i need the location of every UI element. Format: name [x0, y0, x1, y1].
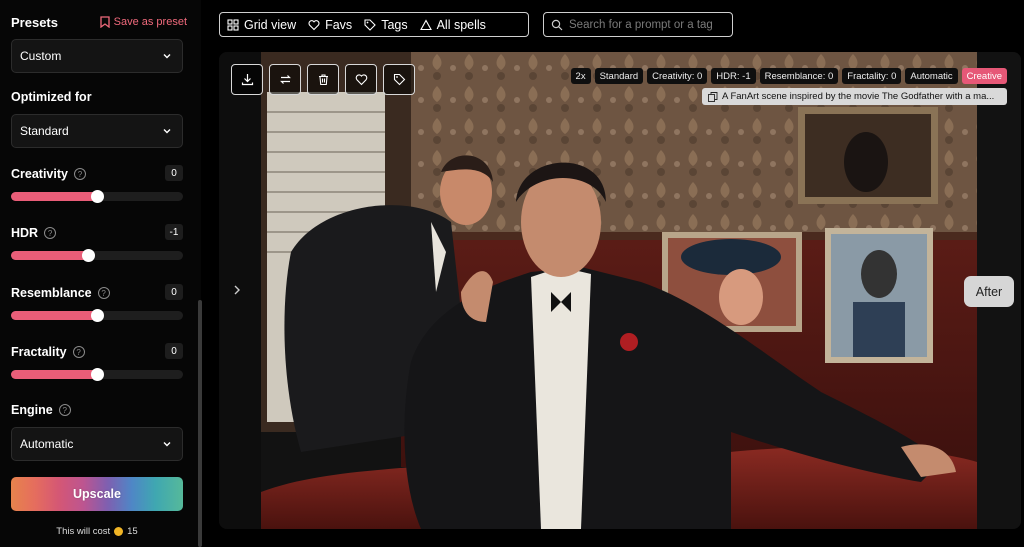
- save-as-preset-button[interactable]: Save as preset: [99, 16, 187, 28]
- creativity-slider: Creativity? 0: [11, 165, 183, 209]
- creative-tag: Creative: [961, 68, 1007, 84]
- fractality-fill: [11, 370, 97, 379]
- chevron-down-icon: [163, 442, 171, 447]
- engine-title: Engine: [11, 403, 53, 417]
- download-icon: [241, 74, 253, 86]
- prompt-tag[interactable]: A FanArt scene inspired by the movie The…: [702, 88, 1007, 105]
- optimized-for-title: Optimized for: [11, 90, 92, 104]
- engine-header: Engine ?: [11, 403, 71, 417]
- resemblance-thumb[interactable]: [91, 309, 104, 322]
- heart-icon: [355, 74, 367, 86]
- trash-icon: [318, 74, 328, 86]
- resemblance-value: 0: [165, 284, 183, 300]
- image-viewer: 2x Standard Creativity: 0 HDR: -1 Resemb…: [219, 52, 1021, 529]
- search-input[interactable]: [569, 18, 719, 31]
- grid-view-button[interactable]: Grid view: [227, 18, 296, 32]
- engine-tag: Automatic: [905, 68, 958, 84]
- swap-button[interactable]: [269, 64, 301, 95]
- favs-button[interactable]: Favs: [308, 18, 352, 32]
- hdr-value: -1: [165, 224, 183, 240]
- tag-button[interactable]: [383, 64, 415, 95]
- help-icon[interactable]: ?: [44, 227, 57, 239]
- sidebar-scrollbar[interactable]: [198, 300, 202, 547]
- tag-icon: [393, 73, 405, 86]
- resemblance-slider: Resemblance? 0: [11, 284, 183, 328]
- fractality-thumb[interactable]: [91, 368, 104, 381]
- search-bar: [543, 12, 733, 37]
- all-spells-button[interactable]: All spells: [419, 17, 486, 32]
- grid-icon: [227, 18, 239, 31]
- chevron-right-icon[interactable]: [232, 284, 242, 296]
- cost-value: 15: [127, 526, 138, 537]
- optimized-for-value: Standard: [20, 124, 69, 138]
- hdr-fill: [11, 251, 89, 260]
- fractality-track[interactable]: [11, 368, 183, 381]
- heart-icon: [308, 19, 320, 30]
- help-icon[interactable]: ?: [58, 404, 71, 416]
- scale-tag: 2x: [570, 68, 591, 84]
- fractality-label: Fractality: [11, 345, 67, 359]
- chevron-down-icon: [163, 54, 171, 59]
- sidebar: Presets Save as preset Custom Optimized …: [0, 0, 201, 547]
- tags-label: Tags: [381, 17, 408, 32]
- triangle-icon: [419, 18, 432, 30]
- after-toggle-button[interactable]: After: [964, 276, 1014, 307]
- engine-select[interactable]: Automatic: [11, 427, 183, 461]
- help-icon[interactable]: ?: [73, 168, 86, 180]
- creativity-fill: [11, 192, 97, 201]
- upscale-button[interactable]: Upscale: [11, 477, 183, 511]
- fractality-value: 0: [165, 343, 183, 359]
- creativity-value: 0: [165, 165, 183, 181]
- engine-select-value: Automatic: [20, 437, 74, 451]
- copy-icon: [708, 91, 718, 102]
- optimized-for-select[interactable]: Standard: [11, 114, 183, 148]
- after-label: After: [975, 284, 1003, 299]
- download-button[interactable]: [231, 64, 263, 95]
- favs-label: Favs: [325, 17, 353, 32]
- search-icon: [551, 19, 563, 30]
- all-spells-label: All spells: [436, 17, 486, 32]
- resemblance-label: Resemblance: [11, 286, 92, 300]
- cost-label: This will cost: [56, 526, 111, 537]
- cost-info: This will cost 15: [11, 526, 183, 537]
- help-icon[interactable]: ?: [97, 287, 110, 299]
- hdr-label: HDR: [11, 226, 39, 240]
- hdr-tag: HDR: -1: [711, 68, 756, 84]
- settings-tags: 2x Standard Creativity: 0 HDR: -1 Resemb…: [570, 68, 1007, 84]
- resemblance-tag: Resemblance: 0: [759, 68, 839, 84]
- favorite-button[interactable]: [345, 64, 377, 95]
- upscaled-image[interactable]: [261, 52, 977, 529]
- tag-icon: [364, 18, 376, 31]
- prompt-text: A FanArt scene inspired by the movie The…: [722, 91, 995, 102]
- chevron-down-icon: [163, 129, 171, 134]
- fractality-slider: Fractality? 0: [11, 343, 183, 387]
- creativity-track[interactable]: [11, 190, 183, 203]
- hdr-thumb[interactable]: [82, 249, 96, 262]
- upscale-label: Upscale: [73, 487, 121, 501]
- swap-icon: [279, 75, 291, 84]
- presets-title: Presets: [11, 14, 58, 30]
- help-icon[interactable]: ?: [72, 346, 85, 358]
- save-as-preset-label: Save as preset: [113, 16, 187, 28]
- tags-button[interactable]: Tags: [364, 17, 408, 32]
- optimized-tag: Standard: [594, 68, 644, 84]
- resemblance-fill: [11, 311, 97, 320]
- preset-select[interactable]: Custom: [11, 39, 183, 73]
- presets-header: Presets Save as preset: [11, 12, 187, 32]
- grid-view-label: Grid view: [244, 17, 297, 32]
- preset-select-value: Custom: [20, 49, 62, 63]
- viewer-left-gutter: [219, 52, 261, 529]
- hdr-slider: HDR? -1: [11, 224, 183, 268]
- fractality-tag: Fractality: 0: [842, 68, 902, 84]
- creativity-label: Creativity: [11, 167, 68, 181]
- view-toolbar: Grid view Favs Tags All spells: [219, 12, 529, 37]
- bookmark-icon: [99, 16, 110, 28]
- hdr-track[interactable]: [11, 249, 183, 262]
- creativity-tag: Creativity: 0: [647, 68, 708, 84]
- coin-icon: [114, 527, 124, 536]
- resemblance-track[interactable]: [11, 309, 183, 322]
- creativity-thumb[interactable]: [91, 190, 104, 203]
- delete-button[interactable]: [307, 64, 339, 95]
